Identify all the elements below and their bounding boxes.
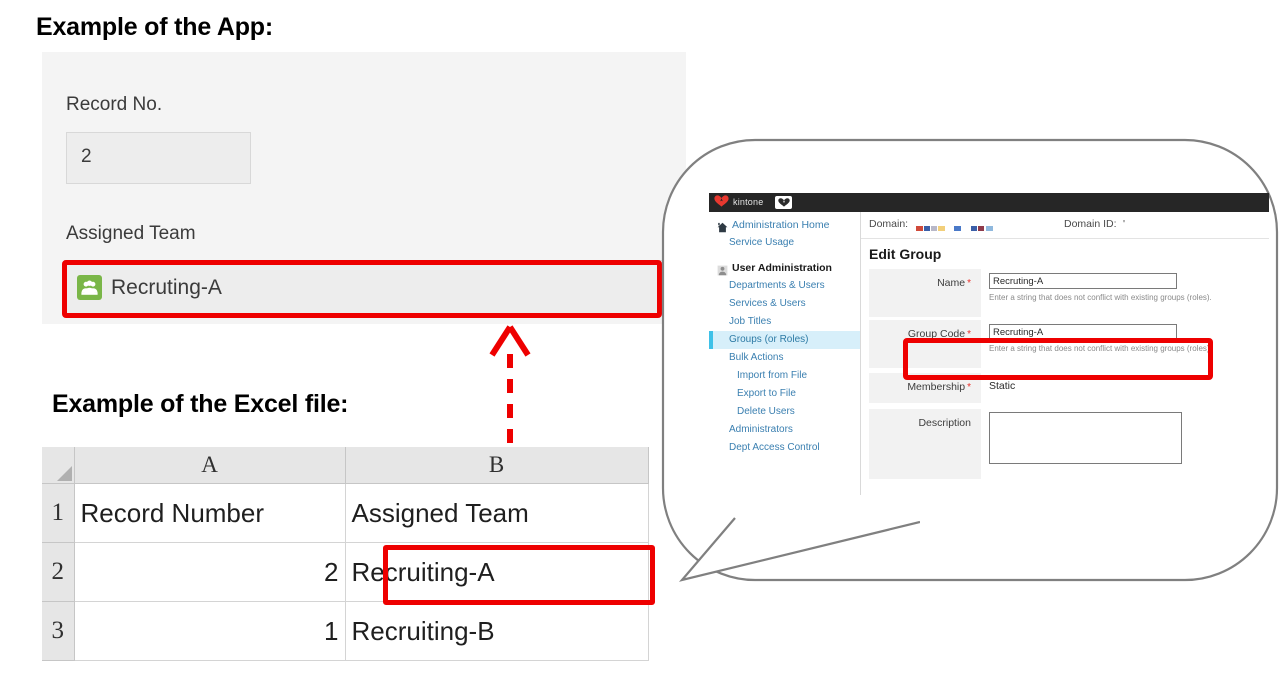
user-icon	[717, 263, 728, 275]
sidebar-item-label: Import from File	[737, 370, 808, 381]
field-label-text: Description	[918, 417, 971, 429]
cell-a2[interactable]: 2	[73, 542, 346, 602]
record-no-field[interactable]: 2	[66, 132, 251, 184]
sidebar-item-groups-or-roles[interactable]: Groups (or Roles)	[709, 331, 860, 349]
sidebar-item-export-to-file[interactable]: Export to File	[709, 385, 860, 403]
sidebar-item-label: Bulk Actions	[729, 352, 784, 363]
sidebar-item-label: Export to File	[737, 388, 796, 399]
field-area-name: Recruting-A Enter a string that does not…	[989, 273, 1212, 302]
sidebar-item-administration-home[interactable]: Administration Home	[709, 216, 860, 234]
required-marker: *	[967, 382, 971, 393]
description-textarea[interactable]	[989, 412, 1182, 464]
page-title-app-example: Example of the App:	[36, 13, 273, 41]
domain-label: Domain:	[869, 218, 909, 230]
sidebar-section-label: User Administration	[732, 261, 832, 274]
sidebar-item-services-users[interactable]: Services & Users	[709, 295, 860, 313]
name-input[interactable]: Recruting-A	[989, 273, 1177, 289]
sidebar-item-label: Delete Users	[737, 406, 795, 417]
sidebar-item-dept-access-control[interactable]: Dept Access Control	[709, 439, 860, 457]
select-all-corner[interactable]	[42, 447, 75, 484]
form-row-name: Name * Recruting-A Enter a string that do…	[869, 269, 1261, 317]
sidebar-item-label: Departments & Users	[729, 280, 825, 291]
field-area-description	[989, 412, 1182, 464]
sidebar-item-label: Dept Access Control	[729, 442, 820, 453]
field-label-text: Name	[937, 277, 966, 289]
sidebar-item-administrators[interactable]: Administrators	[709, 421, 860, 439]
sidebar-item-departments-users[interactable]: Departments & Users	[709, 277, 860, 295]
row-header-2[interactable]: 2	[42, 542, 75, 602]
row-header-1[interactable]: 1	[42, 483, 75, 543]
name-input-value: Recruting-A	[993, 275, 1044, 287]
sidebar-item-label: Administration Home	[732, 218, 830, 231]
name-help-text: Enter a string that does not conflict wi…	[989, 293, 1212, 302]
sidebar-item-import-from-file[interactable]: Import from File	[709, 367, 860, 385]
sidebar-item-label: Job Titles	[729, 316, 772, 327]
sidebar-section-user-administration: User Administration	[709, 259, 860, 277]
group-code-input-value: Recruting-A	[993, 326, 1044, 338]
home-icon	[717, 220, 728, 232]
speech-bubble-tail	[620, 490, 921, 610]
field-label-text: Membership	[907, 381, 966, 393]
page-title-excel-example: Example of the Excel file:	[52, 390, 349, 418]
field-label-name: Name *	[869, 269, 981, 317]
column-header-b[interactable]: B	[344, 447, 649, 484]
group-code-highlight-box	[903, 338, 1213, 380]
kintone-logo-text: kintone	[733, 197, 764, 207]
page-title-edit-group: Edit Group	[869, 246, 942, 262]
kintone-logo[interactable]: kintone	[714, 194, 763, 212]
kintone-apps-button[interactable]	[775, 196, 793, 209]
domain-bar: Domain: Domain ID: '	[861, 212, 1269, 239]
cell-b1[interactable]: Assigned Team	[344, 483, 649, 543]
required-marker: *	[967, 278, 971, 289]
domain-id-label: Domain ID:	[1064, 218, 1117, 230]
table-row: 1 Record Number Assigned Team	[42, 483, 649, 543]
cell-a3[interactable]: 1	[73, 601, 346, 661]
table-row: 3 1 Recruiting-B	[42, 601, 649, 661]
domain-id-value: '	[1123, 218, 1126, 230]
row-header-3[interactable]: 3	[42, 601, 75, 661]
record-no-label: Record No.	[66, 94, 163, 115]
sidebar-item-label: Services & Users	[729, 298, 806, 309]
excel-column-header-row: A B	[42, 447, 649, 484]
sidebar-item-label: Groups (or Roles)	[729, 334, 809, 345]
excel-cell-b2-highlight-box	[383, 545, 655, 605]
sidebar-item-label: Service Usage	[729, 237, 795, 248]
cell-a1[interactable]: Record Number	[73, 483, 346, 543]
kintone-top-bar: kintone	[709, 193, 1269, 212]
sidebar-item-label: Administrators	[729, 424, 793, 435]
kintone-heart-icon	[714, 194, 729, 212]
field-label-description: Description	[869, 409, 981, 479]
column-header-a[interactable]: A	[73, 447, 346, 484]
sidebar-item-job-titles[interactable]: Job Titles	[709, 313, 860, 331]
sidebar-item-delete-users[interactable]: Delete Users	[709, 403, 860, 421]
assigned-team-label: Assigned Team	[66, 223, 196, 244]
domain-value-masked	[916, 220, 1011, 238]
record-no-value: 2	[81, 146, 92, 167]
sidebar-item-bulk-actions[interactable]: Bulk Actions	[709, 349, 860, 367]
cell-b3[interactable]: Recruiting-B	[344, 601, 649, 661]
assigned-team-highlight-box	[62, 260, 662, 318]
admin-sidebar: Administration Home Service Usage User A…	[709, 212, 861, 495]
form-row-description: Description	[869, 409, 1261, 479]
sidebar-item-service-usage[interactable]: Service Usage	[709, 234, 860, 252]
